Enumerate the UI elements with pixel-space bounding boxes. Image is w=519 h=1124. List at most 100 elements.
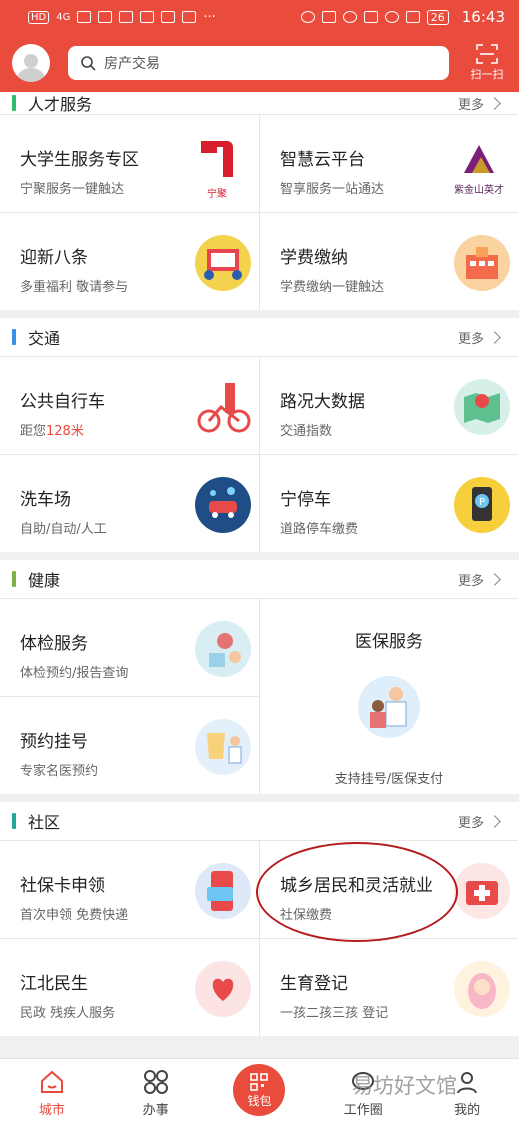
- scan-label: 扫一扫: [470, 68, 504, 81]
- service-tile[interactable]: 智慧云平台 智享服务一站通达 紫金山英才: [259, 114, 518, 212]
- nav-city[interactable]: 城市: [7, 1069, 97, 1118]
- search-placeholder: 房产交易: [104, 56, 160, 72]
- section-title: 交通: [28, 329, 61, 348]
- battery-level: 26: [426, 9, 449, 25]
- heart-hands-icon: [195, 961, 251, 1017]
- hourglass-icon: [98, 11, 113, 23]
- nfc-icon: [321, 11, 336, 23]
- service-tile[interactable]: 路况大数据 交通指数: [259, 356, 518, 454]
- doctor-icon: [358, 676, 420, 738]
- service-tile[interactable]: 大学生服务专区 宁聚服务一键触达 宁聚: [0, 114, 259, 212]
- nav-wallet[interactable]: 钱包: [214, 1064, 304, 1118]
- section-title: 健康: [28, 571, 61, 590]
- grid-icon: [143, 1070, 168, 1094]
- medical-kit-icon: [454, 863, 510, 919]
- service-tile[interactable]: 洗车场 自助/自动/人工: [0, 454, 259, 552]
- service-tile[interactable]: 公共自行车 距您128米: [0, 356, 259, 454]
- tile-subtitle: 支持挂号/医保支付: [334, 772, 444, 787]
- app-notification-icon: [119, 11, 134, 23]
- section-title: 社区: [28, 813, 61, 832]
- search-notification-icon: [140, 11, 155, 23]
- more-notifications-icon: ···: [203, 9, 216, 25]
- bicycle-icon: [195, 379, 251, 435]
- more-label: 更多: [457, 331, 484, 347]
- nav-label: 办事: [142, 1103, 169, 1118]
- app-header: 房产交易 扫一扫: [0, 34, 519, 92]
- more-link-community[interactable]: 更多: [457, 812, 501, 831]
- section-header-health: 健康 更多: [0, 560, 519, 598]
- service-tile[interactable]: 学费缴纳 学费缴纳一键触达: [259, 212, 518, 310]
- wallet-button[interactable]: 钱包: [233, 1064, 286, 1116]
- checkup-icon: [195, 621, 251, 677]
- nav-label: 钱包: [247, 1093, 272, 1108]
- more-link-health[interactable]: 更多: [457, 570, 501, 589]
- traffic-grid: 公共自行车 距您128米 路况大数据 交通指数 洗车场 自助/自动/人工 宁停车…: [0, 356, 519, 552]
- more-link-talent[interactable]: 更多: [457, 94, 501, 113]
- send-notification-icon: [182, 11, 197, 23]
- top-bar: HD 4G ··· 26 16:43 房产交易 扫一扫: [0, 0, 519, 92]
- hd-badge: HD: [28, 10, 50, 24]
- car-wash-icon: [195, 477, 251, 533]
- nav-affairs[interactable]: 办事: [111, 1069, 201, 1118]
- phone-card-icon: [195, 863, 251, 919]
- qr-code-icon: [250, 1072, 269, 1091]
- service-tile[interactable]: 迎新八条 多重福利 敬请参与: [0, 212, 259, 310]
- service-tile[interactable]: 预约挂号 专家名医预约: [0, 696, 259, 794]
- location-icon: [384, 11, 399, 23]
- distance-value: 128米: [46, 424, 84, 439]
- more-label: 更多: [457, 573, 484, 589]
- network-badge: 4G: [56, 11, 71, 23]
- nav-label: 工作圈: [343, 1103, 383, 1118]
- scan-icon: [476, 44, 498, 64]
- section-accent-bar: [12, 813, 16, 829]
- user-icon: [457, 1072, 478, 1094]
- scan-button[interactable]: 扫一扫: [467, 44, 507, 82]
- section-header-community: 社区 更多: [0, 802, 519, 840]
- talent-grid: 大学生服务专区 宁聚服务一键触达 宁聚 智慧云平台 智享服务一站通达 紫金山英才…: [0, 114, 519, 310]
- service-tile[interactable]: 宁停车 道路停车缴费 P: [259, 454, 518, 552]
- purple-mountain-logo-icon: 紫金山英才: [444, 137, 514, 196]
- more-label: 更多: [457, 97, 484, 113]
- baby-icon: [454, 961, 510, 1017]
- wifi-icon: [77, 11, 92, 23]
- parking-icon: P: [454, 477, 510, 533]
- tile-title: 医保服务: [355, 632, 423, 652]
- registration-icon: [195, 719, 251, 775]
- section-header-traffic: 交通 更多: [0, 318, 519, 356]
- alarm-icon: [342, 11, 357, 23]
- annotation-circle: [256, 842, 458, 942]
- health-grid: 体检服务 体检预约/报告查询 预约挂号 专家名医预约 医保服务 支持挂号/医保支…: [0, 598, 519, 794]
- chevron-right-icon: [488, 572, 501, 586]
- service-tile[interactable]: 体检服务 体检预约/报告查询: [0, 598, 259, 696]
- service-tile[interactable]: 社保卡申领 首次申领 免费快递: [0, 840, 259, 938]
- home-icon: [40, 1070, 63, 1093]
- status-bar: HD 4G ··· 26 16:43: [0, 0, 519, 34]
- watermark: 易坊好文馆: [352, 1074, 457, 1098]
- service-tile[interactable]: 生育登记 一孩二孩三孩 登记: [259, 938, 518, 1036]
- school-building-icon: [454, 235, 510, 291]
- clock: 16:43: [461, 8, 505, 26]
- distance-prefix: 距您: [20, 424, 47, 439]
- ningju-logo-icon: 宁聚: [197, 137, 237, 200]
- service-tile-large[interactable]: 医保服务 支持挂号/医保支付: [259, 598, 518, 794]
- search-icon: [81, 56, 96, 71]
- section-title: 人才服务: [28, 95, 93, 114]
- chevron-right-icon: [488, 330, 501, 344]
- more-label: 更多: [457, 815, 484, 831]
- avatar[interactable]: [12, 44, 50, 82]
- chevron-right-icon: [488, 96, 501, 110]
- section-accent-bar: [12, 95, 16, 111]
- more-link-traffic[interactable]: 更多: [457, 328, 501, 347]
- bluetooth-icon: [363, 11, 378, 23]
- shield-notification-icon: [161, 11, 176, 23]
- map-pin-icon: [454, 379, 510, 435]
- nav-label: 我的: [454, 1103, 481, 1118]
- eye-icon: [300, 11, 315, 23]
- search-input[interactable]: 房产交易: [68, 46, 449, 80]
- section-header-talent: 人才服务 更多: [0, 92, 519, 114]
- purple-mountain-logo-text: 紫金山英才: [454, 185, 504, 196]
- vibrate-icon: [405, 11, 420, 23]
- welcome-poster-icon: [195, 235, 251, 291]
- nav-label: 城市: [38, 1103, 65, 1118]
- service-tile[interactable]: 江北民生 民政 残疾人服务: [0, 938, 259, 1036]
